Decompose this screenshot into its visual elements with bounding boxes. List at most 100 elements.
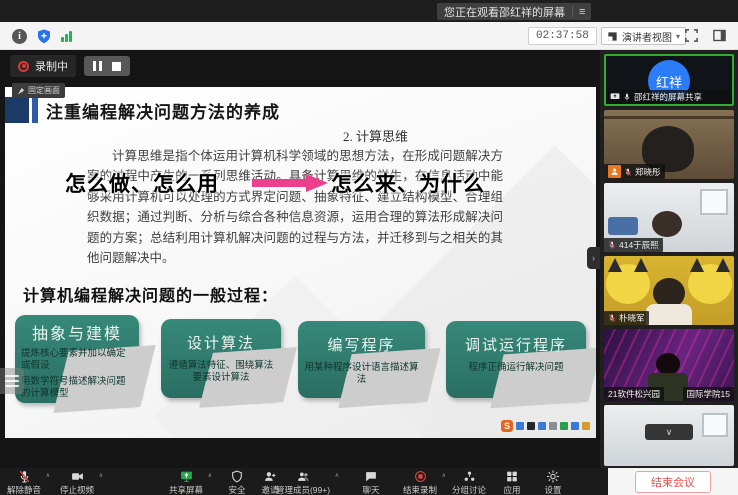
invite-person-icon — [263, 470, 276, 483]
slide-title: 注重编程解决问题方法的养成 — [46, 98, 280, 123]
bottom-control-bar: ∧ 解除静音 ∧ 停止视频 ∧ 共享屏幕 安全 — [0, 468, 738, 495]
manage-members-button[interactable]: ∧ 管理成员(99+) — [276, 470, 330, 495]
camera-icon — [70, 470, 83, 483]
mic-muted-icon — [17, 470, 30, 483]
pause-recording-button[interactable] — [93, 61, 102, 71]
pin-screen-button[interactable]: 固定画面 — [12, 83, 65, 98]
participant-tile[interactable]: 郑晓彤 — [604, 110, 734, 179]
settings-label: 设置 — [544, 484, 561, 495]
stop-record-icon — [413, 470, 426, 483]
step-desc: 遵循算法特征、围绕算法要素设计算法 — [167, 360, 275, 384]
video-placeholder — [606, 264, 650, 304]
title-accent-bar — [32, 97, 38, 123]
process-heading: 计算机编程解决问题的一般过程： — [23, 282, 278, 306]
annotation-text-right: 怎么来、为什么 — [331, 168, 485, 198]
record-dot-icon — [18, 61, 29, 72]
settings-button[interactable]: 设置 — [544, 470, 561, 495]
participant-tile[interactable]: 21软件松兴园 国际学院15 — [604, 329, 734, 401]
stop-video-label: 停止视频 — [60, 484, 94, 495]
end-meeting-button[interactable]: 结束会议 — [635, 471, 711, 493]
breakout-rooms-button[interactable]: 分组讨论 — [452, 470, 486, 495]
top-banner-row: 您正在观看邵红祥的屏幕 ≡ — [0, 0, 738, 22]
step-title: 设计算法 — [167, 332, 275, 353]
participant-name: 郑晓彤 — [635, 166, 661, 178]
step-desc: 用某种程序设计语言描述算法 — [304, 362, 419, 386]
watching-screen-banner[interactable]: 您正在观看邵红祥的屏幕 ≡ — [437, 3, 591, 20]
share-screen-label: 共享屏幕 — [169, 484, 203, 495]
breakout-icon — [462, 470, 475, 483]
banner-menu-icon[interactable]: ≡ — [573, 6, 591, 18]
unmute-button[interactable]: ∧ 解除静音 — [7, 470, 41, 495]
network-signal-icon[interactable] — [61, 30, 72, 42]
video-placeholder — [652, 211, 682, 237]
breakout-rooms-label: 分组讨论 — [452, 484, 486, 495]
video-placeholder — [656, 353, 680, 375]
participant-tile[interactable]: 朴晓军 — [604, 256, 734, 325]
shield-icon — [230, 470, 243, 483]
stop-recording-button[interactable] — [112, 62, 121, 71]
step-box-algorithm-design: 设计算法 遵循算法特征、围绕算法要素设计算法 — [161, 319, 281, 398]
chat-icon — [364, 470, 377, 483]
members-icon — [297, 470, 310, 483]
participant-name: 414于辰熙 — [619, 239, 659, 251]
slide-title-row: 注重编程解决问题方法的养成 — [5, 97, 280, 123]
chat-button[interactable]: 聊天 — [362, 470, 379, 495]
chat-label: 聊天 — [362, 484, 379, 495]
mic-on-icon — [623, 93, 631, 101]
video-placeholder — [700, 189, 728, 215]
submenu-caret[interactable]: ∧ — [335, 472, 339, 479]
annotation-arrow-icon — [252, 174, 328, 192]
apps-label: 应用 — [503, 484, 520, 495]
step-desc: 程序正确运行解决问题 — [452, 362, 580, 374]
video-placeholder — [702, 413, 728, 437]
end-meeting-zone: 结束会议 — [608, 468, 738, 495]
meeting-toolbar: i 02:37:58 演讲者视图 ▾ — [0, 22, 738, 50]
share-screen-button[interactable]: ∧ 共享屏幕 — [169, 470, 203, 495]
sidebar-collapse-handle[interactable]: › — [587, 247, 600, 269]
unmute-label: 解除静音 — [7, 484, 41, 495]
watching-screen-text: 您正在观看邵红祥的屏幕 — [437, 4, 572, 20]
view-mode-selector[interactable]: 演讲者视图 ▾ — [601, 27, 686, 45]
participant-name: 邵红祥的屏幕共享 — [634, 91, 702, 103]
taskbar-icon — [560, 422, 568, 430]
view-mode-label: 演讲者视图 — [622, 29, 672, 44]
mic-muted-icon — [608, 314, 616, 322]
meeting-app-window: 您正在观看邵红祥的屏幕 ≡ i 02:37:58 演讲者视图 ▾ — [0, 0, 738, 495]
side-panel-toggle-icon[interactable] — [712, 28, 727, 43]
submenu-caret[interactable]: ∧ — [442, 472, 446, 479]
submenu-caret[interactable]: ∧ — [208, 472, 212, 479]
apps-grid-icon — [505, 470, 518, 483]
submenu-caret[interactable]: ∧ — [46, 472, 50, 479]
fullscreen-icon[interactable] — [684, 28, 699, 43]
annotation-toolbar-handle[interactable] — [0, 368, 24, 394]
participant-tile-screen-share[interactable]: 红祥 邵红祥的屏幕共享 — [604, 54, 734, 106]
shared-os-taskbar: S — [501, 420, 590, 432]
screen-share-icon — [610, 93, 620, 101]
taskbar-app-logo: S — [501, 420, 513, 432]
video-placeholder — [608, 217, 638, 235]
video-placeholder — [688, 264, 732, 304]
scroll-more-participants-button[interactable]: ∨ — [645, 424, 693, 440]
taskbar-icon — [582, 422, 590, 430]
recording-status-label: 录制中 — [35, 58, 68, 74]
host-badge-icon — [608, 165, 621, 178]
slide-paragraph: 计算思维是指个体运用计算机科学领域的思想方法，在形成问题解决方案的过程中产生的一… — [87, 146, 503, 268]
video-placeholder — [646, 304, 692, 325]
step-title: 抽象与建模 — [21, 320, 133, 344]
participant-name: 朴晓军 — [619, 312, 645, 324]
shared-screen-stage: 录制中 固定画面 注重编程解决问题方法的养成 2. 计算思维 计算思维是指 — [0, 50, 600, 468]
security-shield-icon[interactable] — [36, 28, 52, 44]
meeting-info-icon[interactable]: i — [12, 29, 27, 44]
end-recording-button[interactable]: ∧ 结束录制 — [403, 470, 437, 495]
participant-tile[interactable]: 414于辰熙 — [604, 183, 734, 252]
apps-button[interactable]: 应用 — [503, 470, 520, 495]
step-desc: 用数学符号描述解决问题的计算模型 — [21, 376, 133, 400]
step-box-abstraction: 抽象与建模 提炼核心要素并加以确定或假设 用数学符号描述解决问题的计算模型 — [15, 315, 139, 403]
toolbar-left-icons: i — [12, 22, 72, 50]
security-button[interactable]: 安全 — [228, 470, 245, 495]
mic-muted-icon — [608, 241, 616, 249]
stop-video-button[interactable]: ∧ 停止视频 — [60, 470, 94, 495]
submenu-caret[interactable]: ∧ — [99, 472, 103, 479]
slide-section-heading: 2. 计算思维 — [343, 126, 408, 145]
screen-share-icon — [179, 470, 192, 483]
